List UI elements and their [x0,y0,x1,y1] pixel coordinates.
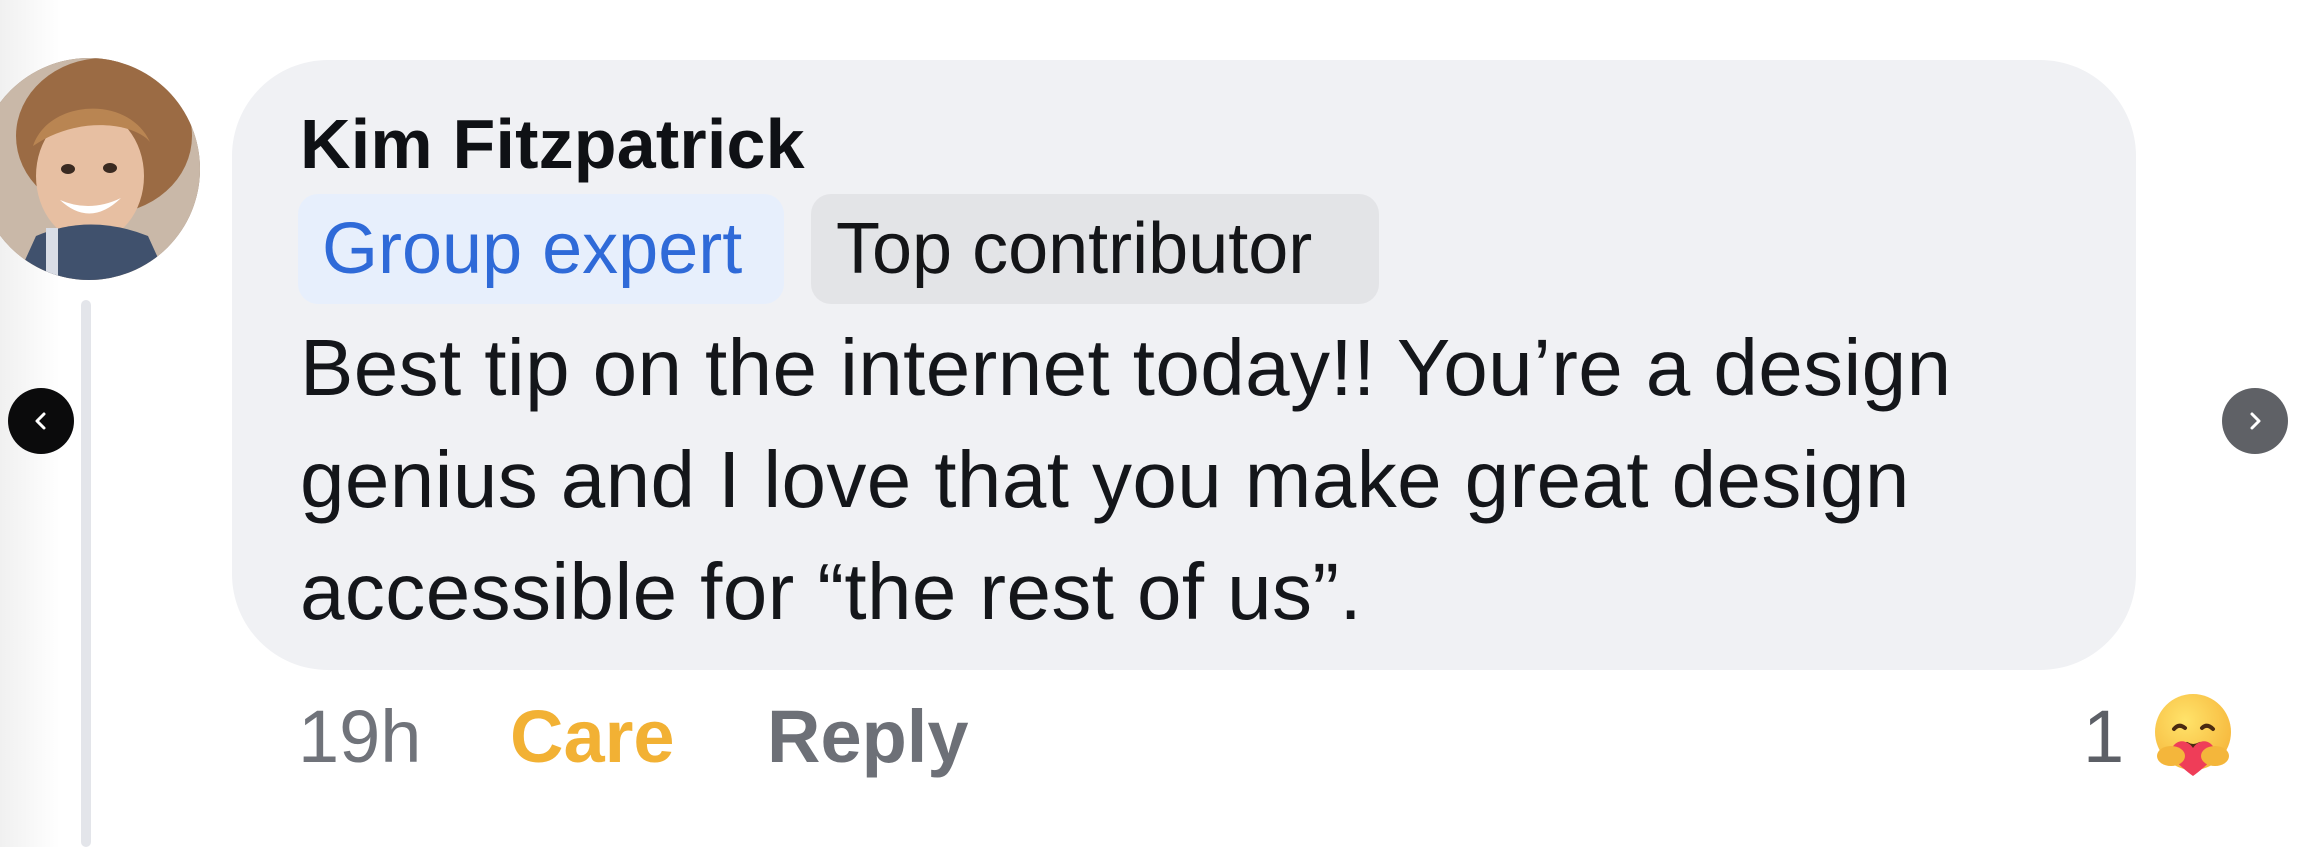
comment-text: Best tip on the internet today!! You’re … [300,312,2100,648]
comment-screenshot: Kim Fitzpatrick Group expert Top contrib… [0,0,2300,847]
comment-text-line: genius and I love that you make great de… [300,435,1910,524]
next-button[interactable] [2222,388,2288,454]
comment-timestamp[interactable]: 19h [298,692,421,782]
comment-author[interactable]: Kim Fitzpatrick [300,104,805,184]
top-contributor-badge: Top contributor [811,194,1379,304]
care-reaction-button[interactable]: Care [510,692,675,782]
chevron-right-icon [2250,412,2261,430]
reply-button[interactable]: Reply [767,692,969,782]
group-expert-badge: Group expert [298,194,784,304]
comment-text-line: accessible for “the rest of us”. [300,547,1363,636]
care-emoji-icon[interactable] [2145,690,2241,786]
reaction-count[interactable]: 1 [2083,692,2124,782]
chevron-left-icon [35,412,46,430]
thread-line [81,300,91,847]
previous-button[interactable] [8,388,74,454]
comment-text-line: Best tip on the internet today!! You’re … [300,323,1952,412]
avatar[interactable] [0,58,200,280]
